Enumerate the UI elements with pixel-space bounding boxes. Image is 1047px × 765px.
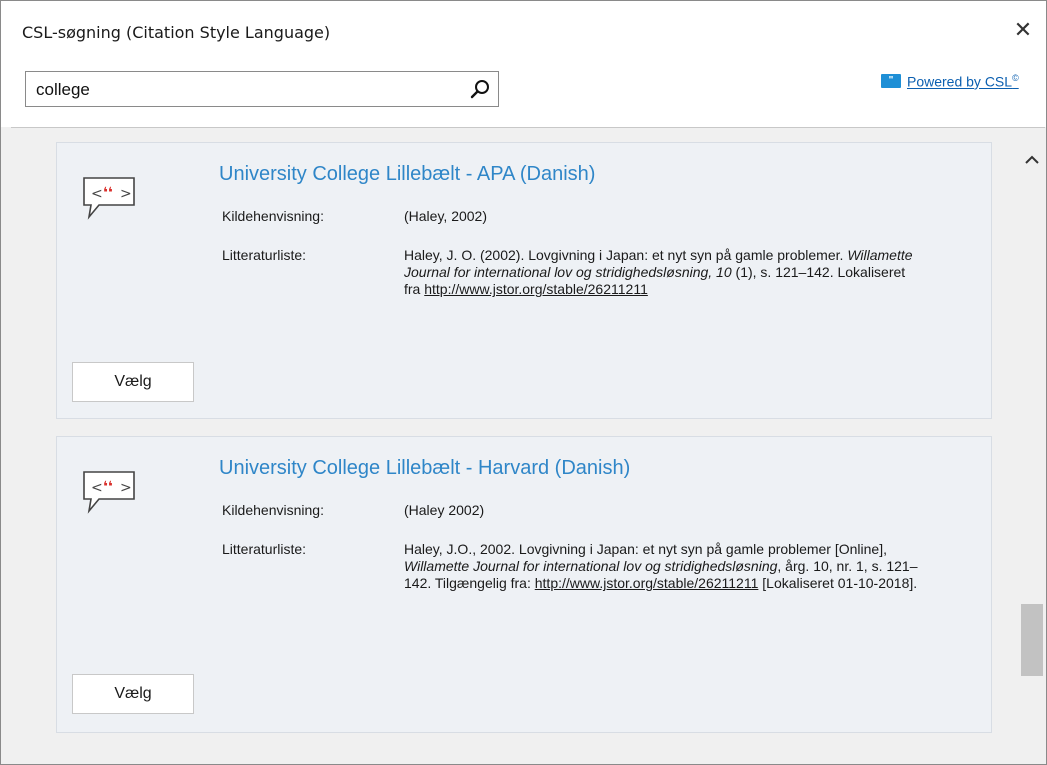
citation-value: (Haley, 2002) — [404, 208, 488, 224]
scroll-thumb[interactable] — [1021, 604, 1043, 676]
citation-label: Kildehenvisning: — [222, 502, 324, 518]
svg-text:<: < — [91, 480, 103, 496]
citation-quote-icon: < ❛❛ > — [79, 467, 139, 517]
result-card: < ❛❛ > University College Lillebælt - AP… — [56, 142, 992, 419]
bibliography-text-3: [Lokaliseret 01-10-2018]. — [758, 575, 918, 591]
bibliography-text: Haley, J.O., 2002. Lovgivning i Japan: e… — [404, 541, 887, 557]
citation-quote-icon: < ❛❛ > — [79, 173, 139, 223]
results-list: < ❛❛ > University College Lillebælt - AP… — [11, 127, 1045, 740]
bibliography-text: Haley, J. O. (2002). Lovgivning i Japan:… — [404, 247, 848, 263]
svg-text:<: < — [91, 186, 103, 202]
citation-value: (Haley 2002) — [404, 502, 485, 518]
style-name[interactable]: University College Lillebælt - APA (Dani… — [219, 163, 595, 186]
powered-by-csl: " Powered by CSL© — [881, 73, 1019, 90]
title-bar: CSL-søgning (Citation Style Language) ✕ — [1, 1, 1046, 63]
svg-text:>: > — [120, 186, 132, 202]
choose-button[interactable]: Vælg — [72, 362, 194, 402]
scrollbar[interactable] — [1019, 138, 1045, 738]
powered-label: Powered by CSL — [907, 73, 1013, 90]
svg-text:>: > — [120, 480, 132, 496]
close-icon[interactable]: ✕ — [1010, 17, 1036, 43]
search-input[interactable] — [34, 78, 458, 102]
csl-logo-icon: " — [881, 74, 901, 89]
bibliography-italic: Willamette Journal for international lov… — [404, 558, 778, 574]
bibliography-value: Haley, J.O., 2002. Lovgivning i Japan: e… — [404, 541, 924, 592]
svg-text:❛❛: ❛❛ — [103, 185, 113, 201]
bibliography-label: Litteraturliste: — [222, 541, 307, 557]
bibliography-link[interactable]: http://www.jstor.org/stable/26211211 — [424, 281, 648, 297]
chevron-up-icon[interactable] — [1023, 152, 1041, 168]
choose-button[interactable]: Vælg — [72, 674, 194, 714]
svg-text:❛❛: ❛❛ — [103, 479, 113, 495]
citation-label: Kildehenvisning: — [222, 208, 324, 224]
search-box — [25, 71, 499, 107]
copyright-mark: © — [1012, 73, 1019, 83]
powered-by-csl-link[interactable]: Powered by CSL© — [907, 73, 1019, 90]
bibliography-label: Litteraturliste: — [222, 247, 307, 263]
search-icon[interactable] — [468, 77, 492, 101]
window-title: CSL-søgning (Citation Style Language) — [22, 23, 331, 42]
result-card: < ❛❛ > University College Lillebælt - Ha… — [56, 436, 992, 733]
bibliography-link[interactable]: http://www.jstor.org/stable/26211211 — [535, 575, 759, 591]
search-row: " Powered by CSL© — [1, 63, 1046, 127]
style-name[interactable]: University College Lillebælt - Harvard (… — [219, 457, 630, 480]
bibliography-value: Haley, J. O. (2002). Lovgivning i Japan:… — [404, 247, 924, 298]
csl-search-dialog: CSL-søgning (Citation Style Language) ✕ … — [0, 0, 1047, 765]
